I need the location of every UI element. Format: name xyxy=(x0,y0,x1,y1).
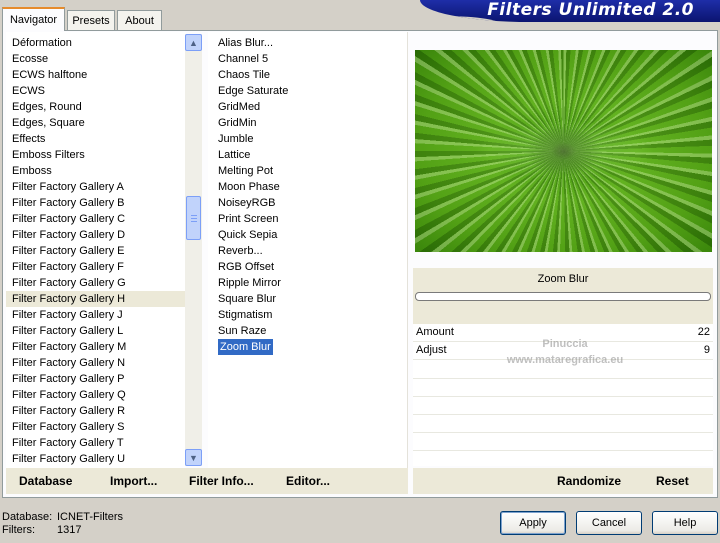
category-scrollbar[interactable]: ▲ ▼ xyxy=(185,34,202,466)
app-title: Filters Unlimited 2.0 xyxy=(487,0,694,20)
category-item[interactable]: Filter Factory Gallery B xyxy=(6,195,186,211)
filters-label: Filters: xyxy=(2,524,35,536)
scroll-thumb[interactable] xyxy=(186,196,201,240)
filter-item[interactable]: Stigmatism xyxy=(208,307,407,323)
tab-label: Presets xyxy=(72,14,110,27)
category-item[interactable]: Filter Factory Gallery C xyxy=(6,211,186,227)
import-button[interactable]: Import... xyxy=(110,474,157,488)
category-item[interactable]: Filter Factory Gallery H xyxy=(6,291,186,307)
button-label: Cancel xyxy=(591,517,627,529)
scroll-down-button[interactable]: ▼ xyxy=(185,449,202,466)
filter-item[interactable]: NoiseyRGB xyxy=(208,195,407,211)
filter-item[interactable]: Alias Blur... xyxy=(208,35,407,51)
filter-item[interactable]: Jumble xyxy=(208,131,407,147)
param-label: Adjust xyxy=(416,344,447,356)
category-item[interactable]: Filter Factory Gallery M xyxy=(6,339,186,355)
filter-item[interactable]: Melting Pot xyxy=(208,163,407,179)
param-row-amount[interactable]: Amount 22 xyxy=(413,324,713,342)
category-item[interactable]: Filter Factory Gallery N xyxy=(6,355,186,371)
editor-button[interactable]: Editor... xyxy=(286,474,330,488)
filter-item[interactable]: Lattice xyxy=(208,147,407,163)
category-item[interactable]: Déformation xyxy=(6,35,186,51)
filter-item[interactable]: Quick Sepia xyxy=(208,227,407,243)
category-list[interactable]: Déformation Ecosse ECWS halftone ECWS Edges,… xyxy=(6,32,186,468)
category-item[interactable]: Filter Factory Gallery G xyxy=(6,275,186,291)
tab-about[interactable]: About xyxy=(117,10,162,30)
chevron-down-icon: ▼ xyxy=(189,452,198,463)
category-item[interactable]: Edges, Square xyxy=(6,115,186,131)
filter-preview-image xyxy=(415,50,712,252)
settings-header: Zoom Blur xyxy=(413,268,713,324)
category-item[interactable]: Filter Factory Gallery Q xyxy=(6,387,186,403)
category-item[interactable]: Filter Factory Gallery J xyxy=(6,307,186,323)
filter-item[interactable]: GridMed xyxy=(208,99,407,115)
button-label: Help xyxy=(673,517,697,529)
tab-label: About xyxy=(125,14,154,27)
category-item[interactable]: ECWS xyxy=(6,83,186,99)
reset-button[interactable]: Reset xyxy=(656,474,689,488)
category-item[interactable]: Filter Factory Gallery L xyxy=(6,323,186,339)
tab-label: Navigator xyxy=(9,14,58,26)
selected-filter-name: Zoom Blur xyxy=(537,273,589,285)
category-item[interactable]: Filter Factory Gallery F xyxy=(6,259,186,275)
chevron-up-icon: ▲ xyxy=(189,37,198,48)
help-button[interactable]: Help xyxy=(652,511,718,535)
button-label: Apply xyxy=(519,517,547,529)
randomize-button[interactable]: Randomize xyxy=(557,474,621,488)
filter-item[interactable]: Print Screen xyxy=(208,211,407,227)
title-banner: Filters Unlimited 2.0 xyxy=(420,0,720,22)
cancel-button[interactable]: Cancel xyxy=(576,511,642,535)
filter-item[interactable]: Reverb... xyxy=(208,243,407,259)
param-value: 22 xyxy=(697,326,710,338)
apply-button[interactable]: Apply xyxy=(500,511,566,535)
category-item[interactable]: Emboss xyxy=(6,163,186,179)
database-value: ICNET-Filters xyxy=(57,511,123,523)
filter-item[interactable]: Ripple Mirror xyxy=(208,275,407,291)
category-item[interactable]: Filter Factory Gallery R xyxy=(6,403,186,419)
database-button[interactable]: Database xyxy=(19,474,72,488)
category-item[interactable]: Ecosse xyxy=(6,51,186,67)
filter-item[interactable]: Channel 5 xyxy=(208,51,407,67)
filter-info-button[interactable]: Filter Info... xyxy=(189,474,254,488)
param-row-adjust[interactable]: Adjust 9 xyxy=(413,342,713,360)
parameter-slider[interactable] xyxy=(415,292,711,301)
category-item[interactable]: Edges, Round xyxy=(6,99,186,115)
param-value: 9 xyxy=(703,344,710,356)
param-label: Amount xyxy=(416,326,454,338)
category-item[interactable]: Filter Factory Gallery A xyxy=(6,179,186,195)
database-label: Database: xyxy=(2,511,53,523)
filter-item[interactable]: Sun Raze xyxy=(208,323,407,339)
filter-item[interactable]: RGB Offset xyxy=(208,259,407,275)
filter-item[interactable]: Chaos Tile xyxy=(208,67,407,83)
tab-navigator[interactable]: Navigator xyxy=(2,7,65,31)
tab-presets[interactable]: Presets xyxy=(67,10,115,30)
category-item[interactable]: Effects xyxy=(6,131,186,147)
filter-item[interactable]: Edge Saturate xyxy=(208,83,407,99)
category-item[interactable]: Filter Factory Gallery T xyxy=(6,435,186,451)
filter-settings: Zoom Blur Amount 22 Adjust 9 xyxy=(413,268,713,466)
category-item[interactable]: Filter Factory Gallery P xyxy=(6,371,186,387)
category-item[interactable]: Filter Factory Gallery D xyxy=(6,227,186,243)
category-item[interactable]: Filter Factory Gallery U xyxy=(6,451,186,467)
filters-count: 1317 xyxy=(57,524,82,536)
filter-item-selected[interactable]: Zoom Blur xyxy=(218,339,273,355)
filter-item[interactable]: GridMin xyxy=(208,115,407,131)
category-item[interactable]: Filter Factory Gallery E xyxy=(6,243,186,259)
filter-list[interactable]: Alias Blur... Channel 5 Chaos Tile Edge Sat… xyxy=(208,32,408,468)
category-item[interactable]: Filter Factory Gallery S xyxy=(6,419,186,435)
filter-item[interactable]: Square Blur xyxy=(208,291,407,307)
filter-item[interactable]: Moon Phase xyxy=(208,179,407,195)
scroll-up-button[interactable]: ▲ xyxy=(185,34,202,51)
category-item[interactable]: ECWS halftone xyxy=(6,67,186,83)
category-item[interactable]: Emboss Filters xyxy=(6,147,186,163)
